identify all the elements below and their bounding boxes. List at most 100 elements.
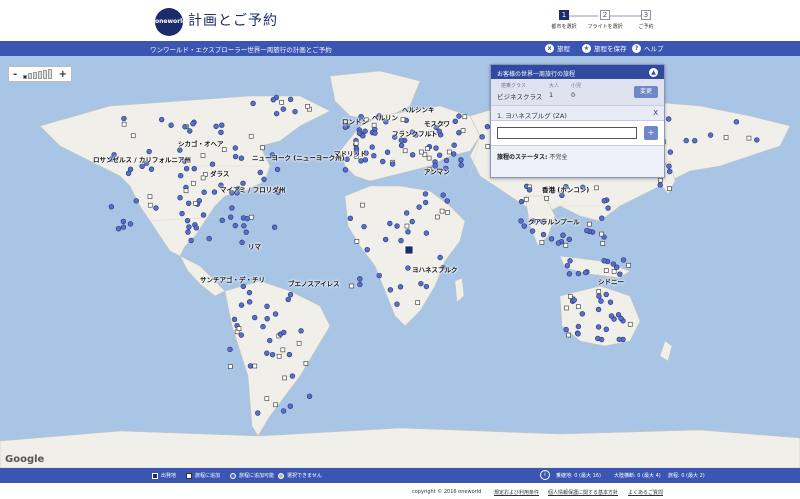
airport-marker[interactable] <box>575 323 582 330</box>
airport-marker[interactable] <box>456 129 462 136</box>
airport-marker[interactable] <box>683 137 689 144</box>
airport-marker[interactable] <box>364 246 370 253</box>
city-label[interactable]: 香港 (ホンコン) <box>542 184 589 194</box>
airport-marker[interactable] <box>433 145 439 151</box>
airport-marker[interactable] <box>240 283 247 290</box>
airport-marker[interactable] <box>342 167 349 173</box>
added-airport-marker[interactable] <box>183 188 189 194</box>
airport-marker[interactable] <box>403 210 410 216</box>
privacy-link[interactable]: 個人情報保護に関する基本方針 <box>548 489 618 496</box>
airport-marker[interactable] <box>133 198 139 204</box>
city-label[interactable]: ブエノスアイレス <box>288 278 340 288</box>
airport-marker[interactable] <box>667 149 674 155</box>
added-airport-marker[interactable] <box>282 375 287 381</box>
added-airport-marker[interactable] <box>445 210 450 215</box>
origin-airport-marker[interactable] <box>404 245 414 255</box>
remove-city-icon[interactable]: X <box>653 109 658 117</box>
airport-marker[interactable] <box>571 297 577 303</box>
airport-marker[interactable] <box>707 132 714 138</box>
airport-marker[interactable] <box>255 410 261 416</box>
airport-marker[interactable] <box>451 142 457 148</box>
airport-marker[interactable] <box>540 231 547 238</box>
added-airport-marker[interactable] <box>667 186 672 191</box>
airport-marker[interactable] <box>200 212 207 218</box>
map-canvas[interactable] <box>0 56 800 468</box>
airport-marker[interactable] <box>238 155 245 161</box>
airport-marker[interactable] <box>444 198 450 204</box>
airport-marker[interactable] <box>616 336 622 343</box>
terms-link[interactable]: 規定および利用条件 <box>494 489 539 496</box>
airport-marker[interactable] <box>564 262 571 269</box>
airport-marker[interactable] <box>264 303 270 310</box>
airport-marker[interactable] <box>264 315 270 322</box>
airport-marker[interactable] <box>185 229 191 235</box>
airport-marker[interactable] <box>479 134 485 140</box>
airport-marker[interactable] <box>213 123 219 130</box>
zoom-out-button[interactable]: - <box>13 69 17 80</box>
airport-marker[interactable] <box>409 218 415 225</box>
city-label[interactable]: リマ <box>248 241 261 251</box>
airport-marker[interactable] <box>384 149 391 155</box>
airport-marker[interactable] <box>238 302 245 308</box>
airport-marker[interactable] <box>405 229 411 235</box>
change-button[interactable]: 変更 <box>634 86 658 98</box>
airport-marker[interactable] <box>219 217 225 224</box>
faq-link[interactable]: よくあるご質問 <box>628 489 663 496</box>
airport-marker[interactable] <box>121 115 127 122</box>
airport-marker[interactable] <box>603 291 609 298</box>
airport-marker[interactable] <box>177 147 183 153</box>
airport-marker[interactable] <box>292 108 298 115</box>
added-airport-marker[interactable] <box>248 133 254 139</box>
airport-marker[interactable] <box>211 189 218 195</box>
city-label[interactable]: マドリッド <box>334 148 367 158</box>
itinerary-city-row[interactable]: 1. ヨハネスブルグ (ZA) X <box>491 105 664 121</box>
airport-marker[interactable] <box>398 237 404 244</box>
airport-marker[interactable] <box>287 96 294 103</box>
added-airport-marker[interactable] <box>200 175 206 181</box>
airport-marker[interactable] <box>270 96 277 103</box>
airport-marker[interactable] <box>666 163 672 169</box>
airport-marker[interactable] <box>250 100 256 107</box>
airport-marker[interactable] <box>246 299 253 305</box>
airport-marker[interactable] <box>595 306 602 313</box>
added-airport-marker[interactable] <box>200 153 206 158</box>
city-label[interactable]: シドニー <box>598 276 624 286</box>
airport-marker[interactable] <box>607 299 614 305</box>
airport-marker[interactable] <box>595 324 602 330</box>
airport-marker[interactable] <box>168 122 174 128</box>
airport-marker[interactable] <box>108 204 115 210</box>
airport-marker[interactable] <box>209 161 216 167</box>
airport-marker[interactable] <box>610 261 617 267</box>
city-label[interactable]: ロンドン <box>342 116 368 126</box>
added-airport-marker[interactable] <box>658 177 663 183</box>
airport-marker[interactable] <box>376 272 382 279</box>
airport-marker[interactable] <box>754 137 760 143</box>
added-airport-marker[interactable] <box>544 196 549 201</box>
airport-marker[interactable] <box>357 276 363 282</box>
airport-marker[interactable] <box>241 223 247 229</box>
airport-marker[interactable] <box>286 351 293 358</box>
airport-marker[interactable] <box>563 326 569 333</box>
airport-marker[interactable] <box>231 316 238 323</box>
airport-marker[interactable] <box>182 124 188 130</box>
airport-marker[interactable] <box>423 283 430 290</box>
airport-marker[interactable] <box>358 158 364 164</box>
added-airport-marker[interactable] <box>435 214 440 220</box>
added-airport-marker[interactable] <box>260 145 265 151</box>
airport-marker[interactable] <box>264 350 270 356</box>
city-label[interactable]: シカゴ・オヘア <box>178 138 224 148</box>
airport-marker[interactable] <box>608 313 615 319</box>
airport-marker[interactable] <box>518 198 525 205</box>
airport-marker[interactable] <box>238 332 245 338</box>
airport-marker[interactable] <box>206 235 212 242</box>
airport-marker[interactable] <box>443 157 450 164</box>
airport-marker[interactable] <box>281 329 287 336</box>
airport-marker[interactable] <box>526 187 533 193</box>
added-airport-marker[interactable] <box>273 402 278 408</box>
airport-marker[interactable] <box>387 287 394 293</box>
zoom-bar[interactable] <box>33 72 38 79</box>
airport-marker[interactable] <box>666 168 673 175</box>
airport-marker[interactable] <box>456 113 462 119</box>
added-airport-marker[interactable] <box>462 114 468 120</box>
added-airport-marker[interactable] <box>280 347 286 353</box>
